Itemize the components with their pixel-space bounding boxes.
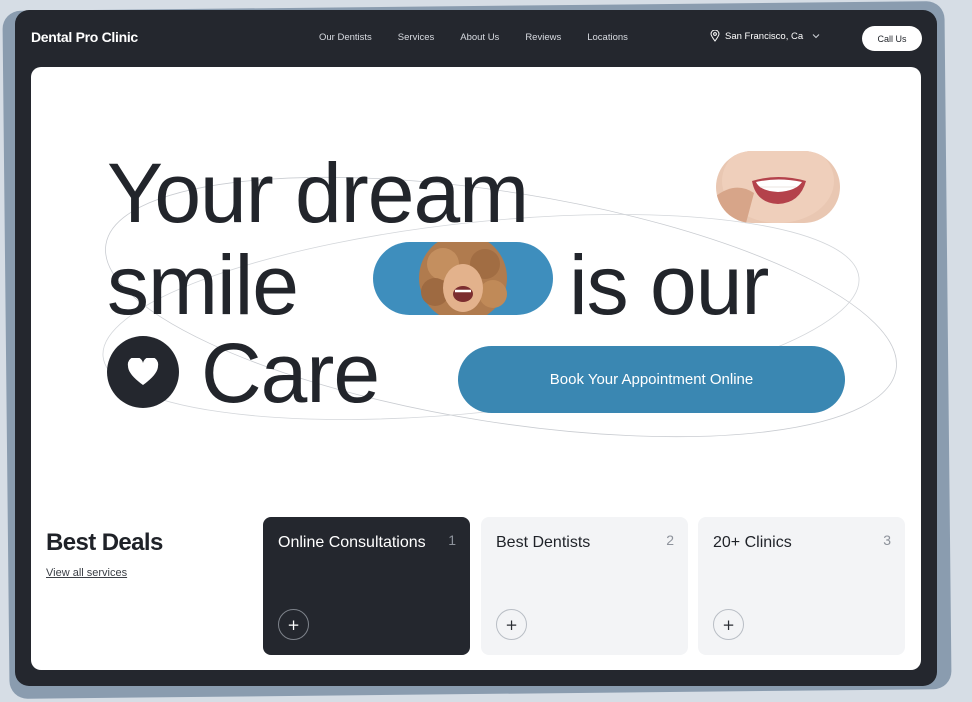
nav-our-dentists[interactable]: Our Dentists: [319, 32, 372, 43]
best-deals-heading: Best Deals: [46, 529, 163, 556]
deal-card-online-consultations[interactable]: Online Consultations 1 +: [263, 517, 470, 655]
smiling-woman-photo: [716, 151, 840, 223]
nav-services[interactable]: Services: [398, 32, 434, 43]
card-number: 1: [448, 532, 456, 548]
plus-icon[interactable]: +: [713, 609, 744, 640]
main-nav: Our Dentists Services About Us Reviews L…: [319, 32, 628, 43]
hero-heading-line2b: is our: [569, 238, 769, 332]
heart-icon: [127, 358, 159, 385]
top-navbar: Dental Pro Clinic Our Dentists Services …: [15, 10, 937, 66]
plus-icon[interactable]: +: [278, 609, 309, 640]
hero-panel: Your dream smile is our Care Book Your A…: [31, 67, 921, 670]
nav-about-us[interactable]: About Us: [460, 32, 499, 43]
view-all-services-link[interactable]: View all services: [46, 567, 127, 579]
location-pin-icon: [710, 30, 720, 42]
book-appointment-button[interactable]: Book Your Appointment Online: [458, 346, 845, 413]
call-us-button[interactable]: Call Us: [862, 26, 922, 51]
hero-heading-line2a: smile: [107, 238, 299, 332]
location-selector[interactable]: San Francisco, Ca: [710, 30, 820, 42]
curly-hair-woman-photo: [373, 242, 553, 315]
deal-card-best-dentists[interactable]: Best Dentists 2 +: [481, 517, 688, 655]
nav-reviews[interactable]: Reviews: [525, 32, 561, 43]
card-number: 2: [666, 532, 674, 548]
hero-heading-line1: Your dream: [107, 146, 529, 240]
hero-heading-line3: Care: [201, 326, 380, 420]
browser-frame: Dental Pro Clinic Our Dentists Services …: [15, 10, 937, 686]
card-title: Best Dentists: [496, 534, 591, 551]
card-title: 20+ Clinics: [713, 534, 792, 551]
plus-icon[interactable]: +: [496, 609, 527, 640]
nav-locations[interactable]: Locations: [587, 32, 628, 43]
chevron-down-icon: [812, 34, 820, 39]
location-label: San Francisco, Ca: [725, 30, 804, 42]
card-title: Online Consultations: [278, 534, 426, 551]
deal-card-clinics[interactable]: 20+ Clinics 3 +: [698, 517, 905, 655]
brand-logo[interactable]: Dental Pro Clinic: [31, 29, 138, 45]
card-number: 3: [883, 532, 891, 548]
heart-badge: [107, 336, 179, 408]
